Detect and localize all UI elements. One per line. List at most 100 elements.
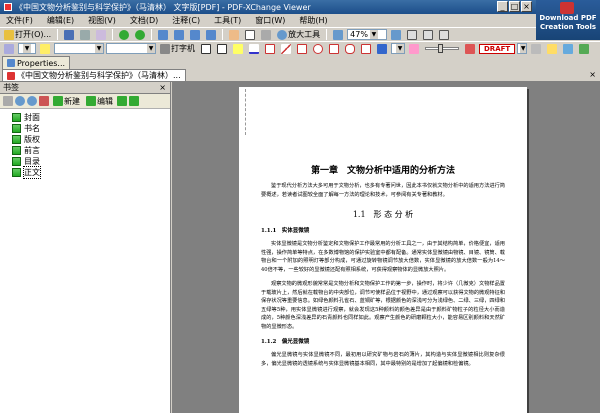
zoom-in-button[interactable]: [389, 29, 403, 41]
font-size-select[interactable]: ▼: [106, 43, 156, 54]
oval-tool-button[interactable]: [311, 43, 325, 55]
link-icon: [563, 43, 574, 54]
collapse-all-icon[interactable]: [27, 96, 37, 106]
fit-page-button[interactable]: [405, 29, 419, 41]
text-box-button[interactable]: [199, 43, 213, 55]
document-tab[interactable]: 《中国文物分析鉴别与科学保护》（马清林）...: [2, 69, 186, 81]
forward-button[interactable]: [133, 29, 147, 41]
fit-width-icon: [423, 29, 434, 40]
comment-dropdown[interactable]: ▼: [18, 43, 36, 54]
highlight-icon: [233, 43, 243, 54]
first-page-button[interactable]: [156, 29, 170, 41]
stamp-draft-preview[interactable]: DRAFT: [479, 43, 516, 54]
banner-line-2: Creation Tools: [539, 23, 597, 31]
link-button[interactable]: [561, 43, 575, 55]
zoom-out-button[interactable]: [331, 29, 345, 41]
menu-document[interactable]: 文档(D): [130, 15, 158, 26]
close-panel-icon[interactable]: ×: [159, 83, 170, 92]
bookmark-options-icon[interactable]: [3, 96, 13, 106]
next-page-icon: [190, 29, 201, 40]
snapshot-button[interactable]: [259, 29, 273, 41]
opacity-slider[interactable]: [425, 44, 459, 53]
select-text-button[interactable]: [243, 29, 257, 41]
edit-bookmark-button[interactable]: 编辑: [84, 95, 115, 107]
menu-tools[interactable]: 工具(T): [214, 15, 241, 26]
close-button[interactable]: ×: [521, 1, 532, 12]
next-page-button[interactable]: [188, 29, 202, 41]
chevron-down-icon: ▼: [147, 44, 155, 53]
delete-bookmark-icon[interactable]: [39, 96, 49, 106]
menu-help[interactable]: 帮助(H): [299, 15, 327, 26]
prev-page-button[interactable]: [172, 29, 186, 41]
prev-page-icon: [174, 29, 185, 40]
cloud-tool-button[interactable]: [343, 43, 357, 55]
move-up-icon[interactable]: [117, 96, 127, 106]
menu-view[interactable]: 视图(V): [88, 15, 116, 26]
typewriter-button[interactable]: 打字机: [158, 43, 197, 55]
eraser-button[interactable]: [407, 43, 421, 55]
menu-window[interactable]: 窗口(W): [255, 15, 285, 26]
highlight-button[interactable]: [231, 43, 245, 55]
chevron-down-icon: ▼: [23, 44, 31, 53]
cloud-icon: [345, 43, 355, 54]
bookmark-item[interactable]: 目录: [0, 156, 170, 167]
back-button[interactable]: [117, 29, 131, 41]
last-page-icon: [206, 29, 217, 40]
close-document-icon[interactable]: ×: [589, 70, 596, 79]
banner-line-1: Download PDF: [539, 14, 597, 22]
bookmarks-title: 书签: [3, 83, 19, 92]
move-down-icon[interactable]: [129, 96, 139, 106]
line-tool-button[interactable]: [279, 43, 293, 55]
color-dropdown[interactable]: ▼: [391, 43, 405, 54]
hand-tool-button[interactable]: [227, 29, 241, 41]
annotation-toolbar: ▼ ▼ ▼ 打字机 ▼ DRAFT ▼: [0, 41, 600, 55]
new-bookmark-button[interactable]: 新建: [51, 95, 82, 107]
polygon-tool-button[interactable]: [327, 43, 341, 55]
bookmark-item-selected[interactable]: 正文: [0, 166, 170, 179]
chevron-down-icon: ▼: [95, 44, 103, 53]
email-button[interactable]: [94, 29, 108, 41]
pencil-tool-button[interactable]: [375, 43, 389, 55]
menu-file[interactable]: 文件(F): [6, 15, 33, 26]
zoom-tool-button[interactable]: 放大工具: [275, 29, 322, 41]
stamp-icon: [465, 43, 475, 54]
save-button[interactable]: [62, 29, 76, 41]
download-pdf-banner[interactable]: Download PDF Creation Tools: [536, 0, 600, 40]
maximize-button[interactable]: □: [509, 1, 520, 12]
fit-width-button[interactable]: [421, 29, 435, 41]
zoom-out-icon: [333, 29, 344, 40]
zoom-select[interactable]: 47% ▼: [347, 29, 388, 40]
open-button[interactable]: 打开(O)...: [2, 29, 53, 41]
attach-file-button[interactable]: [529, 43, 543, 55]
callout-button[interactable]: [215, 43, 229, 55]
slider-knob[interactable]: [438, 44, 443, 53]
sound-button[interactable]: [545, 43, 559, 55]
bookmark-icon: [12, 146, 21, 155]
note-tool-button[interactable]: [38, 43, 52, 55]
bookmark-item[interactable]: 封面: [0, 112, 170, 123]
menu-comments[interactable]: 注释(C): [172, 15, 200, 26]
expand-all-icon[interactable]: [15, 96, 25, 106]
strikeout-button[interactable]: [263, 43, 277, 55]
polyline-tool-button[interactable]: [359, 43, 373, 55]
document-viewer[interactable]: 第一章 文物分析中适用的分析方法 鉴于现代分析方法大多可用于文物分析，也多有专著…: [172, 82, 600, 413]
rectangle-tool-button[interactable]: [295, 43, 309, 55]
stamp-dropdown[interactable]: ▼: [517, 43, 528, 54]
bookmark-item[interactable]: 版权: [0, 134, 170, 145]
print-button[interactable]: [78, 29, 92, 41]
separator: [151, 29, 153, 40]
font-select[interactable]: ▼: [54, 43, 104, 54]
measure-button[interactable]: [577, 43, 591, 55]
minimize-button[interactable]: _: [497, 1, 508, 12]
menu-edit[interactable]: 编辑(E): [47, 15, 74, 26]
actual-size-button[interactable]: [437, 29, 451, 41]
folder-icon: [4, 29, 14, 40]
underline-button[interactable]: [247, 43, 261, 55]
bookmark-item[interactable]: 前言: [0, 145, 170, 156]
tab-properties[interactable]: Properties...: [2, 56, 71, 69]
stamp-button[interactable]: [463, 43, 477, 55]
speaker-icon: [547, 43, 558, 54]
last-page-button[interactable]: [204, 29, 218, 41]
comment-tool-button[interactable]: [2, 43, 16, 55]
bookmark-item[interactable]: 书名: [0, 123, 170, 134]
